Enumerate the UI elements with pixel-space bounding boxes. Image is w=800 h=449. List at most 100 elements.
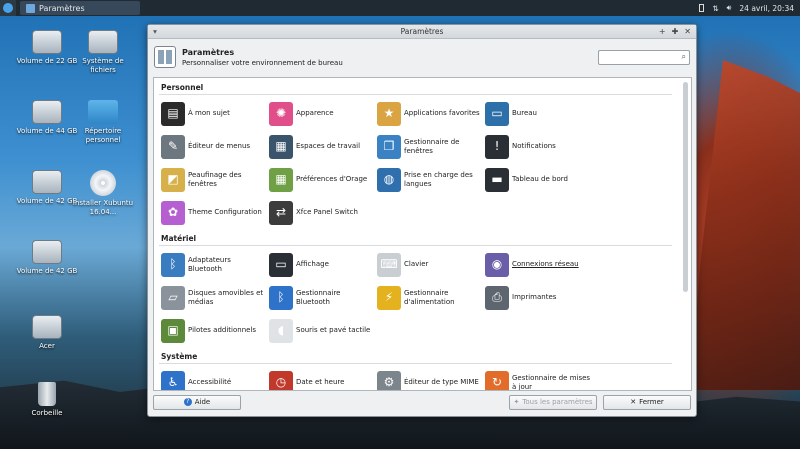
network-up-down-icon[interactable]: ⇅ <box>712 4 718 13</box>
settings-item-label: Date et heure <box>296 378 345 386</box>
settings-item-label: Applications favorites <box>404 109 480 117</box>
settings-item[interactable]: ◖ Souris et pavé tactile <box>267 314 375 347</box>
desktop-icon-label: Volume de 44 GB <box>16 127 78 135</box>
desktop-icon-label: Répertoire personnel <box>84 127 122 144</box>
folder-icon <box>88 100 118 124</box>
settings-item-label: Espaces de travail <box>296 142 361 150</box>
settings-item[interactable]: ᛒ Gestionnaire Bluetooth <box>267 281 375 314</box>
close-icon[interactable]: ✕ <box>684 27 691 36</box>
clock[interactable]: 24 avril, 20:34 <box>739 4 794 13</box>
drive-icon <box>88 30 118 54</box>
mouse-icon: ◖ <box>269 318 293 343</box>
settings-item[interactable]: ⚡ Gestionnaire d'alimentation <box>375 281 483 314</box>
desktop-icon[interactable]: Installer Xubuntu 16.04... <box>71 170 135 217</box>
settings-item[interactable]: ⌨ Clavier <box>375 248 483 281</box>
settings-item[interactable]: ▦ Espaces de travail <box>267 130 375 163</box>
settings-item-label: Theme Configuration <box>188 208 262 216</box>
taskbar-item-settings[interactable]: Paramètres <box>20 1 140 15</box>
search-input[interactable]: ⌕ <box>598 49 690 65</box>
xfce-mouse-icon <box>3 3 13 13</box>
settings-item[interactable]: ↻ Gestionnaire de mises à jour <box>483 366 591 391</box>
settings-item[interactable]: ❐ Gestionnaire de fenêtres <box>375 130 483 163</box>
removable-drive-icon: ▱ <box>161 285 185 310</box>
whisker-menu-button[interactable] <box>0 0 16 16</box>
help-button[interactable]: ? Aide <box>153 394 241 410</box>
maximize-icon[interactable]: ✚ <box>672 27 679 36</box>
settings-item[interactable]: ▭ Bureau <box>483 97 591 130</box>
window-menu-icon[interactable]: ▾ <box>148 27 162 36</box>
close-x-icon: ✕ <box>630 398 637 406</box>
settings-item[interactable]: ▣ Pilotes additionnels <box>159 314 267 347</box>
settings-item-label: Éditeur de menus <box>188 142 251 150</box>
volume-icon[interactable]: 🔊︎ <box>727 3 732 13</box>
driver-icon: ▣ <box>161 318 185 343</box>
bluetooth-icon: ᛒ <box>269 285 293 310</box>
settings-item-label: Gestionnaire Bluetooth <box>296 288 341 306</box>
desktop-icon[interactable]: Volume de 44 GB <box>15 100 79 136</box>
settings-item[interactable]: ✺ Apparence <box>267 97 375 130</box>
workspaces-icon: ▦ <box>269 134 293 159</box>
settings-item-label: Tableau de bord <box>512 175 568 183</box>
pin-icon[interactable]: + <box>659 27 666 36</box>
settings-item-label: Gestionnaire de mises à jour <box>512 373 591 391</box>
settings-item[interactable]: ◉ Connexions réseau <box>483 248 591 281</box>
desktop-icon[interactable]: Répertoire personnel <box>71 100 135 145</box>
desktop-icon-label: Corbeille <box>31 409 63 417</box>
settings-item[interactable]: ⇄ Xfce Panel Switch <box>267 196 375 229</box>
settings-item[interactable]: ▤ À mon sujet <box>159 97 267 130</box>
settings-item[interactable]: ▭ Affichage <box>267 248 375 281</box>
accessibility-icon: ♿ <box>161 370 185 390</box>
settings-item[interactable]: ♿ Accessibilité <box>159 366 267 390</box>
desktop-icon[interactable]: Volume de 22 GB <box>15 30 79 66</box>
panel-icon: ▬ <box>485 167 509 192</box>
desktop-icon[interactable]: Système de fichiers <box>71 30 135 75</box>
desktop-icon[interactable]: Acer <box>15 315 79 351</box>
scrollbar[interactable] <box>683 82 688 292</box>
desktop-icon[interactable]: Volume de 42 GB <box>15 170 79 206</box>
settings-item[interactable]: ▦ Préférences d'Orage <box>267 163 375 196</box>
settings-window: ▾ Paramètres + ✚ ✕ Paramètres Personnali… <box>147 24 697 417</box>
settings-item[interactable]: ◷ Date et heure <box>267 366 375 390</box>
settings-item[interactable]: ▱ Disques amovibles et médias <box>159 281 267 314</box>
settings-item[interactable]: ⚙ Éditeur de type MIME <box>375 366 483 390</box>
settings-section: Personnel ▤ À mon sujet ✺ Apparence ★ Applicat… <box>154 78 691 229</box>
settings-item[interactable]: ★ Applications favorites <box>375 97 483 130</box>
settings-item-label: Xfce Panel Switch <box>296 208 358 216</box>
all-settings-button[interactable]: ✦ Tous les paramètres <box>509 394 597 410</box>
settings-item[interactable]: ✎ Éditeur de menus <box>159 130 267 163</box>
notification-icon: ! <box>485 134 509 159</box>
help-button-label: Aide <box>194 398 211 406</box>
window-titlebar[interactable]: ▾ Paramètres + ✚ ✕ <box>148 25 696 39</box>
settings-item-label: À mon sujet <box>188 109 230 117</box>
settings-header: Paramètres Personnaliser votre environne… <box>148 39 696 75</box>
settings-section: Système ♿ Accessibilité ◷ Date et heure ⚙ Édit… <box>154 347 691 391</box>
palette-icon: ✺ <box>269 101 293 126</box>
drive-icon <box>32 30 62 54</box>
battery-icon[interactable] <box>699 4 705 12</box>
settings-item[interactable]: ◍ Prise en charge des langues <box>375 163 483 196</box>
settings-item-label: Préférences d'Orage <box>296 175 368 183</box>
system-tray: ⇅ 🔊︎ 24 avril, 20:34 <box>699 3 800 13</box>
drive-icon <box>32 170 62 194</box>
help-icon: ? <box>183 398 192 406</box>
section-title: Matériel <box>159 229 672 246</box>
menu-edit-icon: ✎ <box>161 134 185 159</box>
drive-icon <box>32 315 62 339</box>
date-time-icon: ◷ <box>269 370 293 390</box>
bluetooth-device-icon: ᛒ <box>161 252 185 277</box>
settings-item[interactable]: ◩ Peaufinage des fenêtres <box>159 163 267 196</box>
settings-item[interactable]: ⎙ Imprimantes <box>483 281 591 314</box>
settings-item-label: Connexions réseau <box>512 260 579 268</box>
desktop-icon[interactable]: Volume de 42 GB <box>15 240 79 276</box>
display-icon: ▭ <box>269 252 293 277</box>
button-bar: ? Aide ✦ Tous les paramètres ✕ Fermer <box>153 393 691 411</box>
desktop-icon[interactable]: Corbeille <box>15 382 79 418</box>
settings-item[interactable]: ᛒ Adaptateurs Bluetooth <box>159 248 267 281</box>
section-title: Personnel <box>159 78 672 95</box>
close-button[interactable]: ✕ Fermer <box>603 394 691 410</box>
settings-item[interactable]: ✿ Theme Configuration <box>159 196 267 229</box>
desktop-icon-label: Acer <box>39 342 55 350</box>
settings-item-label: Clavier <box>404 260 429 268</box>
settings-item[interactable]: ! Notifications <box>483 130 591 163</box>
settings-item[interactable]: ▬ Tableau de bord <box>483 163 591 196</box>
